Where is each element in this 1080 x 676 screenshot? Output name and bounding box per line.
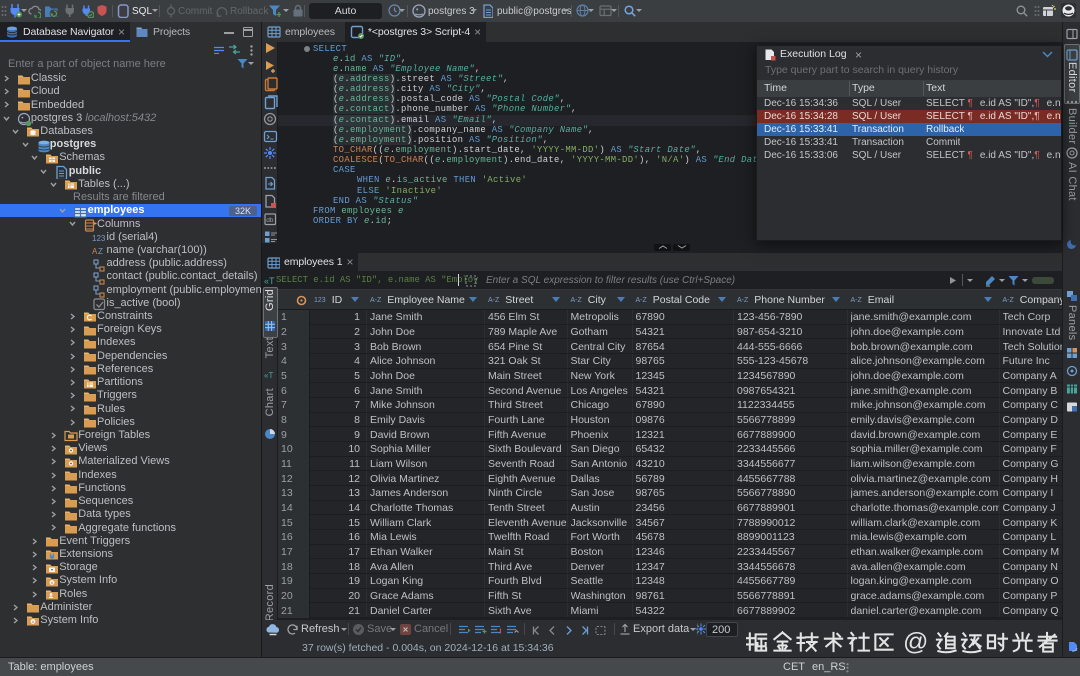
svg-text:db: db — [266, 217, 274, 224]
svg-text:«T: «T — [264, 371, 273, 380]
svg-text:123: 123 — [92, 234, 106, 243]
svg-text:«T: «T — [264, 276, 275, 286]
svg-text:Z: Z — [98, 247, 103, 256]
